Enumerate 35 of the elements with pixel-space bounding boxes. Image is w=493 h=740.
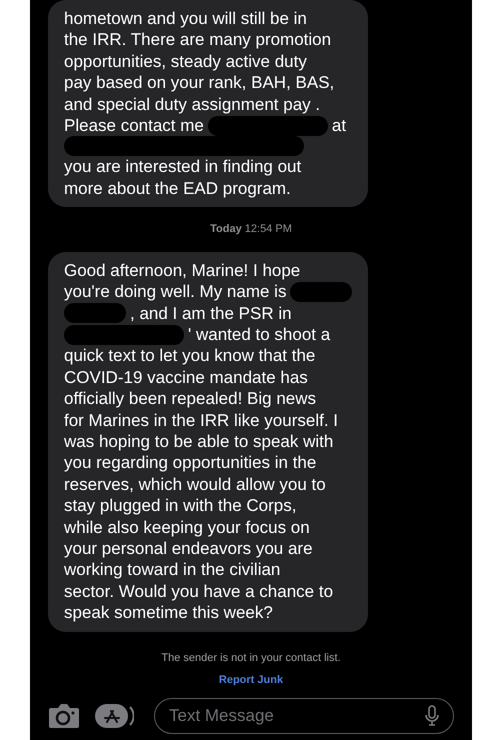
message-text: Good afternoon, Marine! I hope — [64, 260, 300, 282]
message-text: reserves, which would allow you to — [64, 474, 326, 496]
message-text: opportunities, steady active duty — [64, 50, 307, 72]
app-store-icon[interactable] — [94, 703, 134, 729]
message-text: quick text to let you know that the — [64, 345, 316, 367]
message-text: you are interested in finding out — [64, 156, 302, 178]
message-text: and special duty assignment pay . — [64, 94, 320, 116]
message-text: while also keeping your focus on — [64, 516, 310, 538]
message-text: ' wanted to shoot a — [188, 324, 330, 346]
report-junk-link[interactable]: Report Junk — [218, 672, 284, 688]
microphone-icon[interactable] — [425, 705, 439, 727]
message-text: speak sometime this week? — [64, 602, 273, 624]
message-text: more about the EAD program. — [64, 178, 291, 200]
message-text: officially been repealed! Big news — [64, 388, 316, 410]
timestamp: Today 12:54 PM — [210, 222, 292, 238]
message-text: you're doing well. My name is — [64, 281, 286, 303]
message-text: pay based on your rank, BAH, BAS, — [64, 72, 334, 94]
message-input[interactable]: Text Message — [169, 703, 425, 729]
unknown-sender-notice: The sender is not in your contact list. — [161, 650, 341, 666]
message-text: Please contact me — [64, 115, 204, 136]
message-field-frame[interactable]: Text Message — [154, 698, 454, 734]
message-text: sector. Would you have a chance to — [64, 580, 334, 602]
message-text: COVID-19 vaccine mandate has — [64, 366, 308, 388]
message-text: for Marines in the IRR like yourself. I — [64, 410, 338, 431]
message-text: stay plugged in with the Corps, — [64, 495, 296, 517]
message-text: hometown and you will still be in — [64, 8, 307, 30]
message-text: your personal endeavors you are — [64, 538, 313, 560]
message-text: at — [332, 115, 346, 136]
message-text: , and I am the PSR in — [130, 302, 292, 324]
message-text: working toward in the civilian — [64, 559, 280, 581]
redaction-mark — [290, 282, 352, 302]
camera-icon[interactable] — [48, 703, 80, 729]
message-text: was hoping to be able to speak with — [64, 431, 334, 452]
message-text: you regarding opportunities in the — [64, 452, 316, 474]
message-text: the IRR. There are many promotion — [64, 29, 332, 51]
